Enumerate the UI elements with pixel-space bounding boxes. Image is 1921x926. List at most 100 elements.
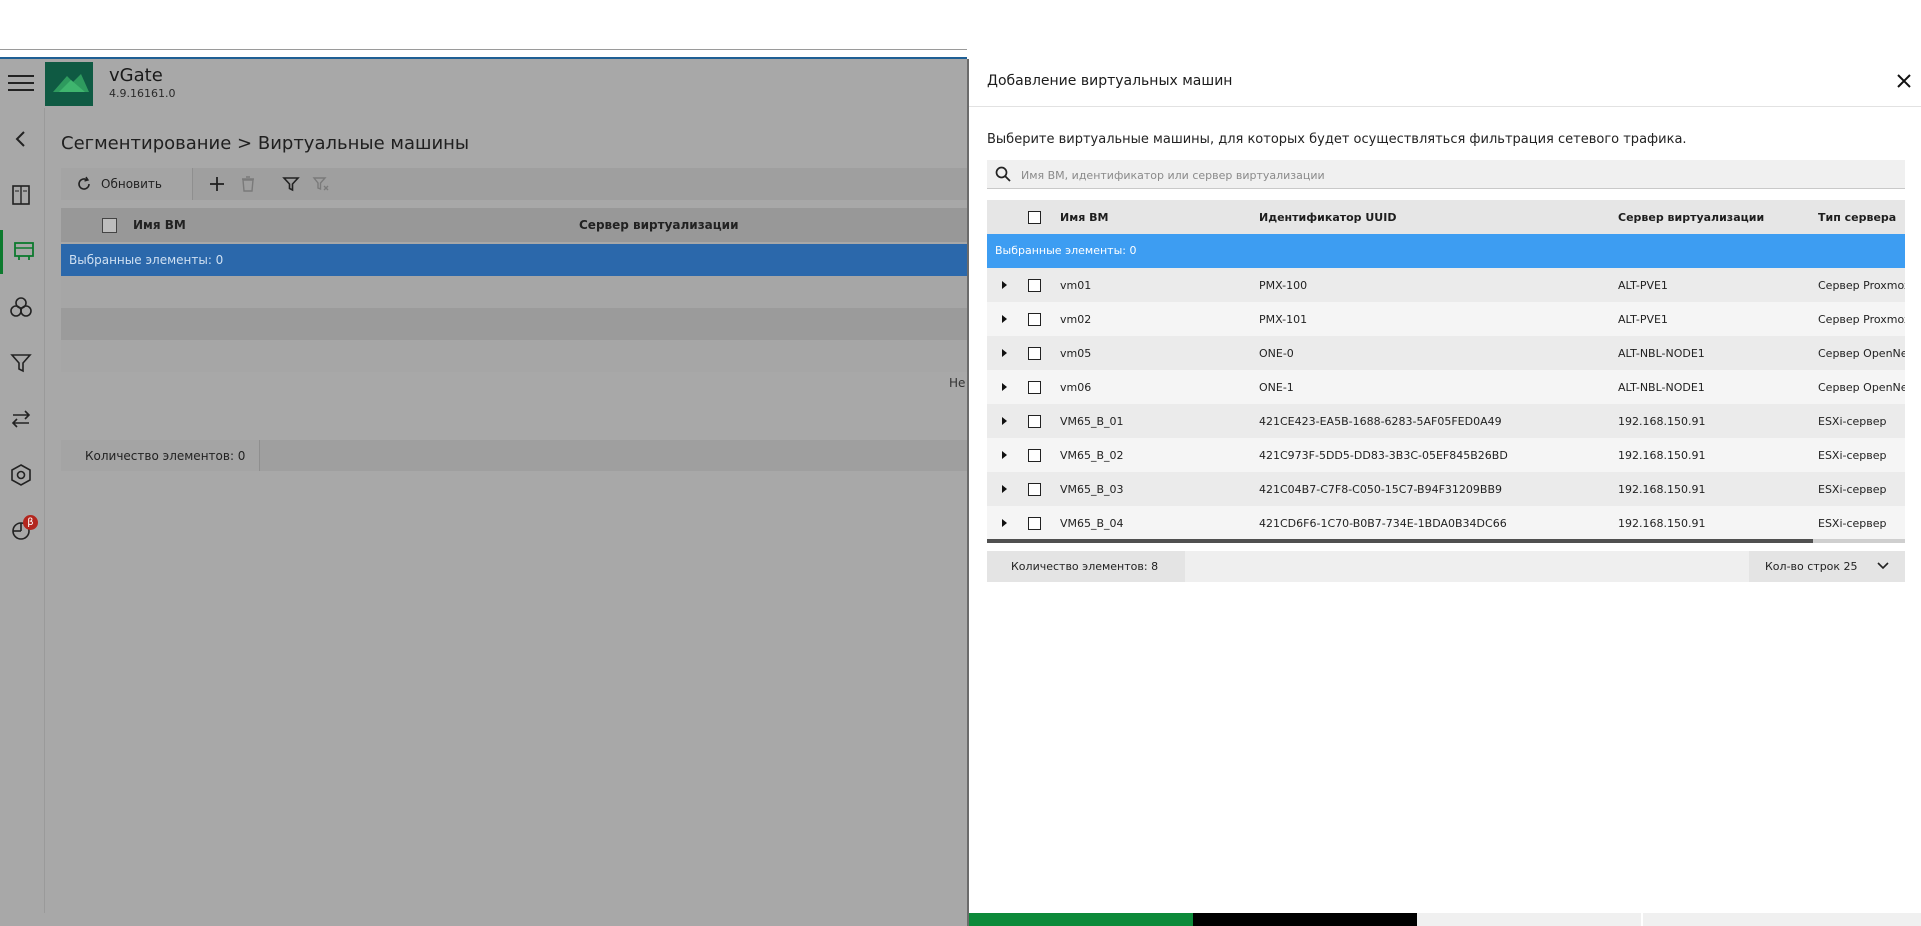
network-icon xyxy=(14,242,34,260)
row-checkbox[interactable] xyxy=(1028,415,1041,428)
expand-caret-icon[interactable] xyxy=(1002,349,1007,357)
add-button[interactable] xyxy=(969,913,1193,926)
select-all-checkbox[interactable] xyxy=(1028,211,1041,224)
column-server-type[interactable]: Тип сервера xyxy=(1818,211,1896,224)
vm-uuid: 421CD6F6-1C70-B0B7-734E-1BDA0B34DC66 xyxy=(1259,517,1507,530)
row-checkbox[interactable] xyxy=(1028,483,1041,496)
vm-server: 192.168.150.91 xyxy=(1618,483,1706,496)
vm-server: 192.168.150.91 xyxy=(1618,517,1706,530)
table-row[interactable]: VM65_B_04 421CD6F6-1C70-B0B7-734E-1BDA0B… xyxy=(987,506,1905,540)
item-count: Количество элементов: 8 xyxy=(987,551,1185,582)
app-backdrop: vGate 4.9.16161.0 β Сегментирование > Ви… xyxy=(0,59,967,926)
vm-name: VM65_B_04 xyxy=(1060,517,1124,530)
expand-caret-icon[interactable] xyxy=(1002,281,1007,289)
add-vm-drawer: Добавление виртуальных машин Выберите ви… xyxy=(967,59,1921,926)
rail-item-filters[interactable] xyxy=(0,342,44,386)
beta-badge: β xyxy=(23,515,38,530)
table-row[interactable]: VM65_B_02 421C973F-5DD5-DD83-3B3C-05EF84… xyxy=(987,438,1905,472)
table-row[interactable]: vm05 ONE-0 ALT-NBL-NODE1 Сервер OpenNebu… xyxy=(987,336,1905,370)
column-uuid[interactable]: Идентификатор UUID xyxy=(1259,211,1396,224)
rail-item-traffic[interactable] xyxy=(0,398,44,442)
rail-item-segmentation[interactable] xyxy=(0,230,47,274)
main-toolbar: Обновить xyxy=(61,168,967,200)
vm-server-type: Сервер OpenNebula xyxy=(1818,381,1905,394)
select-all-checkbox[interactable] xyxy=(102,218,117,233)
footer-spacer xyxy=(1643,913,1921,926)
table-row[interactable]: vm02 PMX-101 ALT-PVE1 Сервер Proxmox xyxy=(987,302,1905,336)
vm-server: ALT-PVE1 xyxy=(1618,279,1668,292)
vm-table: Имя ВМ Идентификатор UUID Сервер виртуал… xyxy=(987,200,1905,543)
vm-server: ALT-PVE1 xyxy=(1618,313,1668,326)
refresh-button[interactable]: Обновить xyxy=(61,168,193,200)
app-version: 4.9.16161.0 xyxy=(109,87,176,100)
delete-button[interactable] xyxy=(238,174,258,194)
trash-icon xyxy=(242,176,254,192)
table-row[interactable]: vm06 ONE-1 ALT-NBL-NODE1 Сервер OpenNebu… xyxy=(987,370,1905,404)
table-row[interactable]: VM65_B_03 421C04B7-C7F8-C050-15C7-B94F31… xyxy=(987,472,1905,506)
column-virtualization-server[interactable]: Сервер виртуализации xyxy=(1618,211,1764,224)
table-row xyxy=(61,340,967,372)
column-virtualization-server[interactable]: Сервер виртуализации xyxy=(579,218,738,232)
clear-filter-button[interactable] xyxy=(311,174,331,194)
expand-caret-icon[interactable] xyxy=(1002,417,1007,425)
vm-uuid: ONE-1 xyxy=(1259,381,1294,394)
selected-items-bar: Выбранные элементы: 0 xyxy=(61,244,967,276)
scrollbar-thumb[interactable] xyxy=(987,539,1813,543)
filter-button[interactable] xyxy=(281,174,301,194)
main-table-footer: Количество элементов: 0 xyxy=(61,440,967,471)
column-vm-name[interactable]: Имя ВМ xyxy=(1060,211,1108,224)
rail-item-monitoring[interactable]: β xyxy=(0,510,44,554)
vm-server-type: Сервер Proxmox xyxy=(1818,279,1905,292)
drawer-description: Выберите виртуальные машины, для которых… xyxy=(987,132,1687,147)
row-checkbox[interactable] xyxy=(1028,517,1041,530)
horizontal-scrollbar[interactable] xyxy=(987,539,1905,543)
vm-server: ALT-NBL-NODE1 xyxy=(1618,381,1705,394)
expand-caret-icon[interactable] xyxy=(1002,315,1007,323)
segments-icon xyxy=(10,297,32,317)
selected-items-text: Выбранные элементы: 0 xyxy=(69,253,224,267)
vm-server-type: ESXi-сервер xyxy=(1818,517,1887,530)
column-vm-name[interactable]: Имя ВМ xyxy=(133,218,186,232)
expand-caret-icon[interactable] xyxy=(1002,451,1007,459)
rows-per-page-select[interactable]: Кол-во строк 25 xyxy=(1749,551,1905,582)
rail-item-settings[interactable] xyxy=(0,454,44,498)
expand-caret-icon[interactable] xyxy=(1002,383,1007,391)
vm-name: VM65_B_03 xyxy=(1060,483,1124,496)
filter-icon xyxy=(10,354,32,373)
footer-spacer xyxy=(1417,913,1641,926)
table-row[interactable]: VM65_B_01 421CE423-EA5B-1688-6283-5AF05F… xyxy=(987,404,1905,438)
back-icon xyxy=(15,131,25,147)
refresh-label: Обновить xyxy=(101,177,162,191)
selected-items-bar: Выбранные элементы: 0 xyxy=(987,234,1905,268)
item-count: Количество элементов: 0 xyxy=(61,440,260,471)
row-checkbox[interactable] xyxy=(1028,313,1041,326)
app-title: vGate xyxy=(109,65,163,86)
close-button[interactable] xyxy=(1895,72,1913,90)
selected-items-text: Выбранные элементы: 0 xyxy=(995,244,1137,257)
add-button[interactable] xyxy=(207,174,227,194)
row-checkbox[interactable] xyxy=(1028,279,1041,292)
vm-uuid: 421C973F-5DD5-DD83-3B3C-05EF845B26BD xyxy=(1259,449,1508,462)
drawer-title: Добавление виртуальных машин xyxy=(987,73,1233,89)
main-table-header: Имя ВМ Сервер виртуализации xyxy=(61,208,967,242)
expand-caret-icon[interactable] xyxy=(1002,519,1007,527)
expand-caret-icon[interactable] xyxy=(1002,485,1007,493)
book-icon xyxy=(12,185,30,205)
rail-item-segments[interactable] xyxy=(0,286,44,330)
vm-name: VM65_B_02 xyxy=(1060,449,1124,462)
rail-item-journal[interactable] xyxy=(0,174,44,218)
vm-name: vm01 xyxy=(1060,279,1092,292)
transfer-icon xyxy=(11,410,31,428)
cancel-button[interactable] xyxy=(1193,913,1417,926)
search-input[interactable] xyxy=(1019,164,1893,186)
row-checkbox[interactable] xyxy=(1028,347,1041,360)
vm-server-type: ESXi-сервер xyxy=(1818,415,1887,428)
row-checkbox[interactable] xyxy=(1028,381,1041,394)
chevron-down-icon xyxy=(1877,562,1889,570)
back-button[interactable] xyxy=(0,118,44,162)
row-checkbox[interactable] xyxy=(1028,449,1041,462)
refresh-icon xyxy=(78,176,90,190)
table-row[interactable]: vm01 PMX-100 ALT-PVE1 Сервер Proxmox xyxy=(987,268,1905,302)
menu-icon[interactable] xyxy=(8,71,34,93)
item-count-text: Количество элементов: 8 xyxy=(1011,560,1159,573)
